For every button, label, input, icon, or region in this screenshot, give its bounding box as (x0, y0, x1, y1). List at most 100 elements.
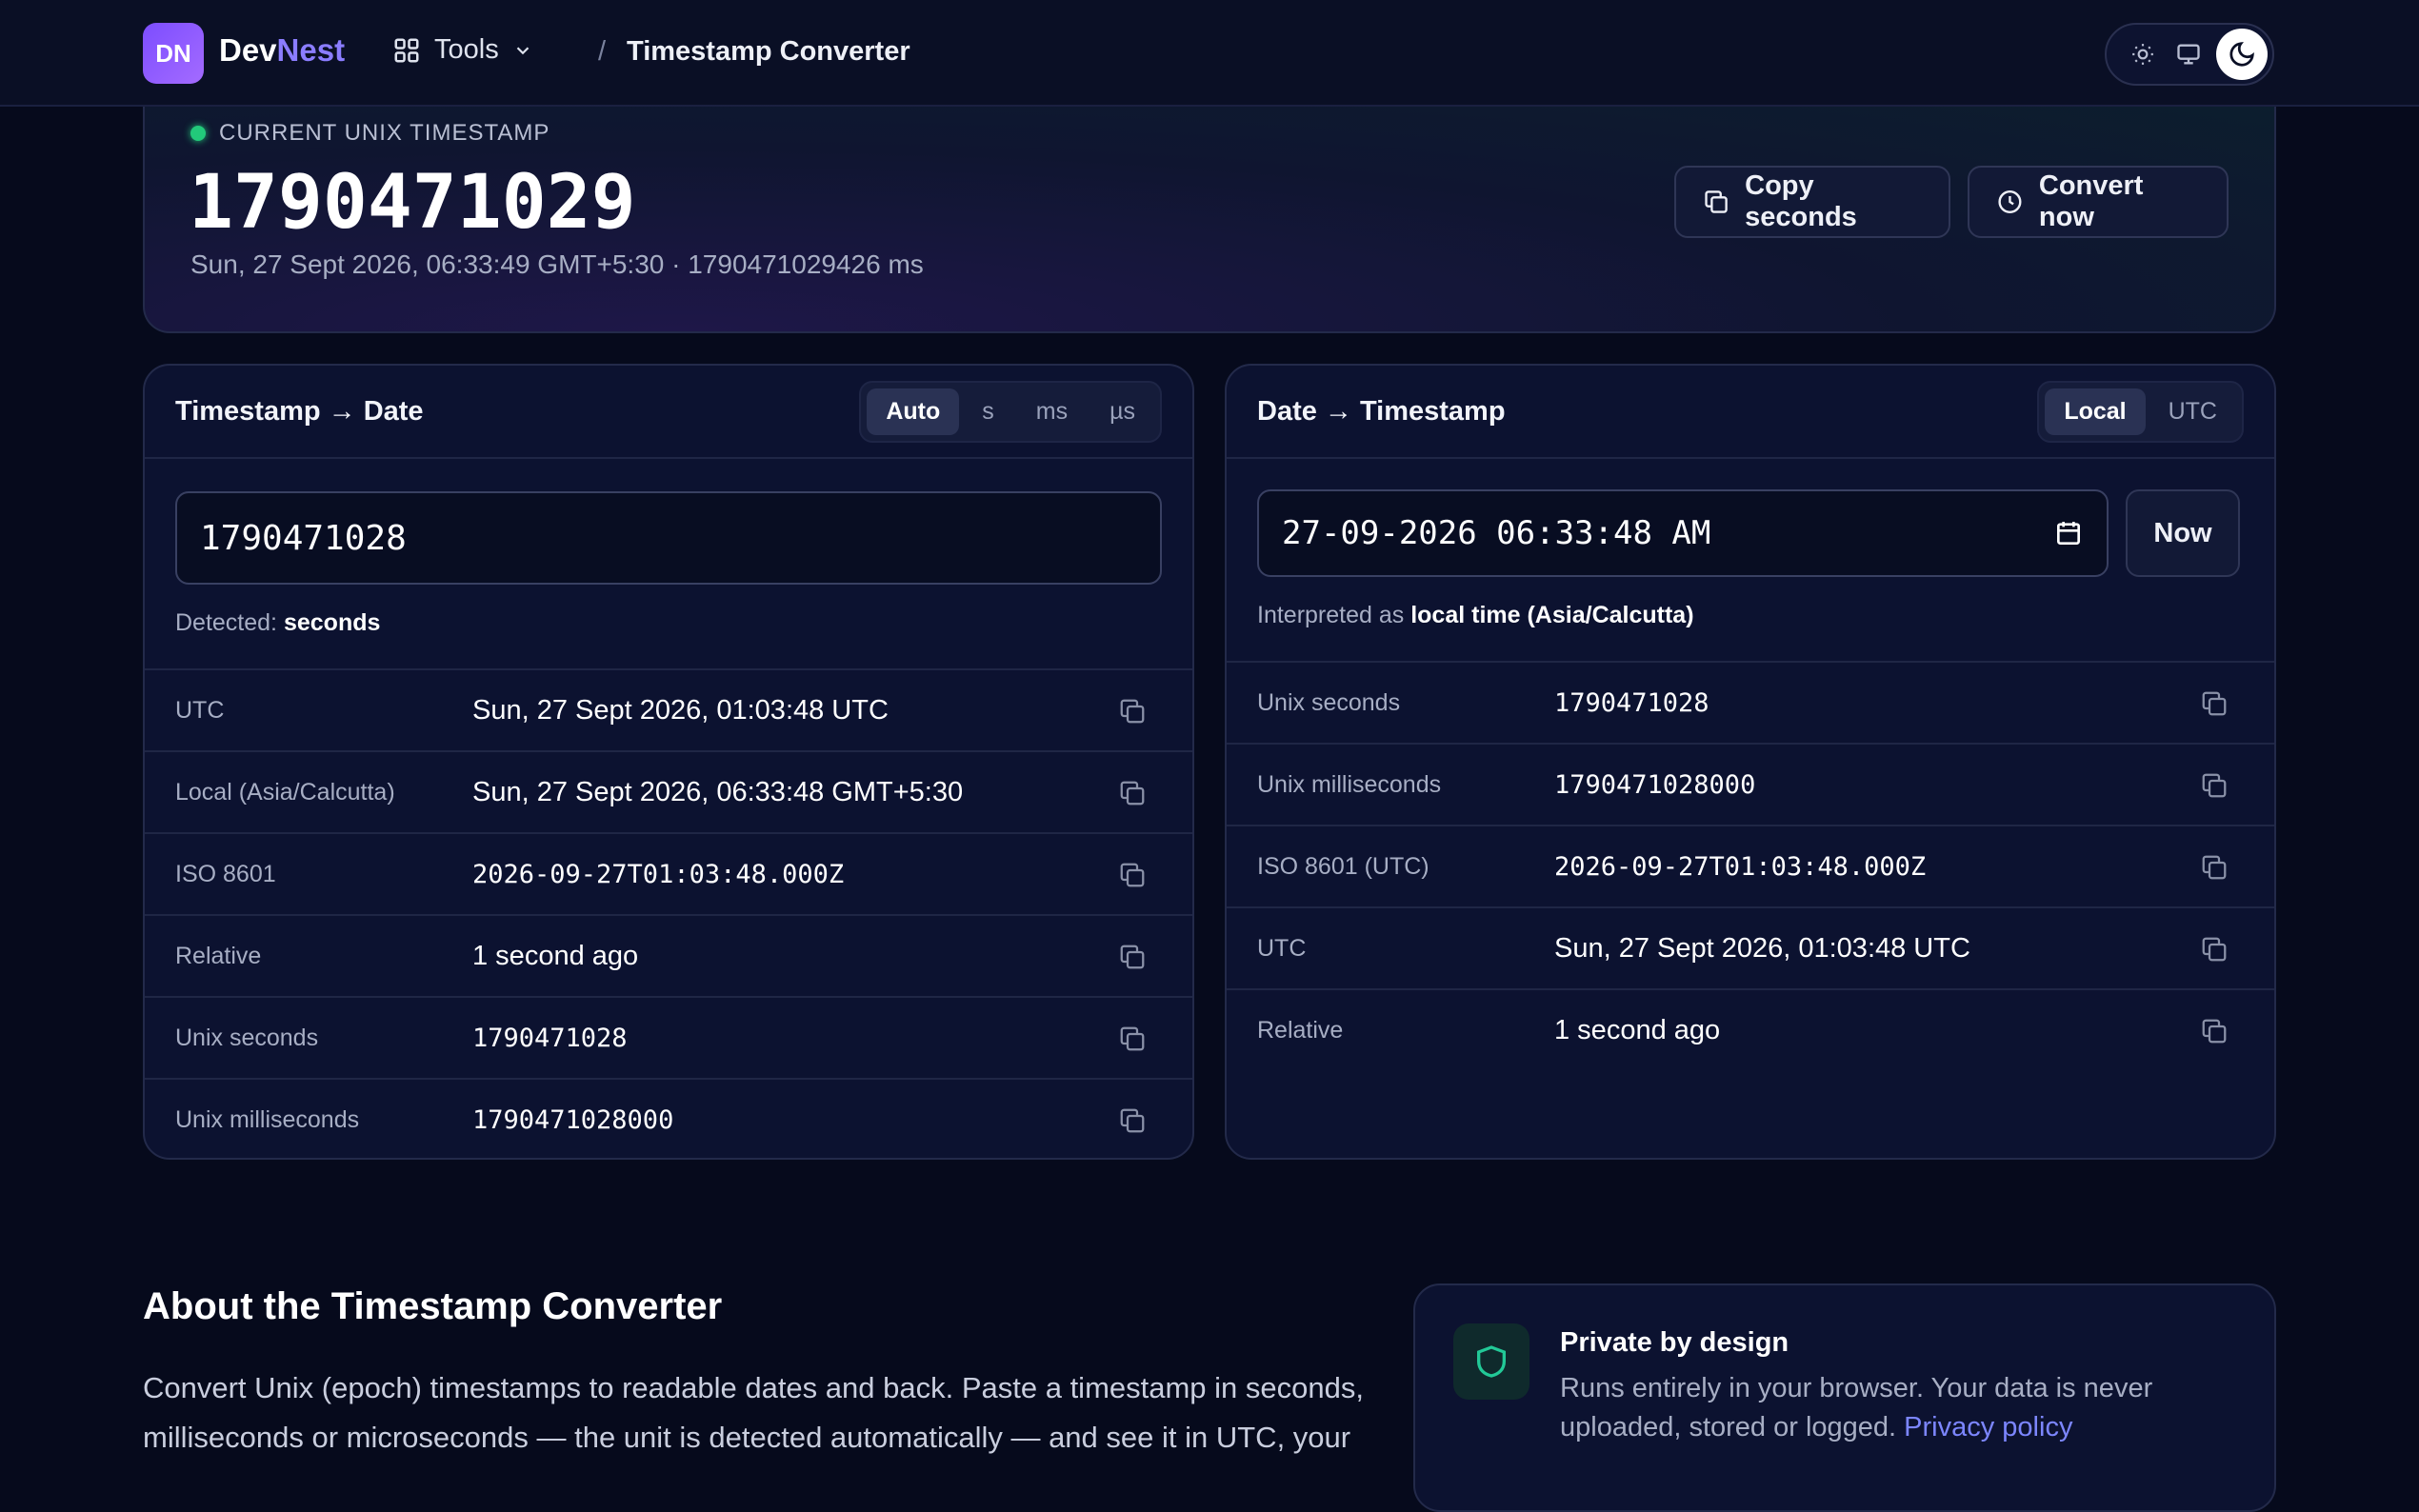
result-row-iso: ISO 8601 2026-09-27T01:03:48.000Z (145, 832, 1192, 914)
privacy-policy-link[interactable]: Privacy policy (1904, 1412, 2072, 1442)
copy-icon[interactable] (2200, 689, 2229, 718)
brand-part-a: Dev (219, 32, 277, 68)
now-button[interactable]: Now (2126, 489, 2240, 577)
result-value: 1790471028 (1554, 687, 1709, 718)
copy-icon[interactable] (1118, 1025, 1147, 1053)
current-timestamp-heading: CURRENT UNIX TIMESTAMP (219, 120, 550, 146)
copy-icon[interactable] (2200, 771, 2229, 800)
result-value: 2026-09-27T01:03:48.000Z (1554, 851, 1927, 882)
result-key: ISO 8601 (UTC) (1257, 852, 1429, 880)
result-row-utc: UTC Sun, 27 Sept 2026, 01:03:48 UTC (1227, 906, 2274, 988)
privacy-title: Private by design (1560, 1327, 1789, 1358)
tools-menu-button[interactable]: Tools (392, 34, 533, 66)
brand-part-b: Nest (276, 32, 346, 68)
copy-icon[interactable] (1118, 697, 1147, 726)
datetime-input[interactable]: 27-09-2026 06:33:48 AM (1257, 489, 2109, 577)
detected-unit-text: Detected: seconds (175, 609, 380, 637)
convert-now-label: Convert now (2038, 170, 2144, 232)
timestamp-results-list: UTC Sun, 27 Sept 2026, 01:03:48 UTC Loca… (145, 668, 1192, 1158)
current-timestamp-card: CURRENT UNIX TIMESTAMP 1790471029 Sun, 2… (143, 95, 2276, 333)
timezone-selector: Local UTC (2037, 380, 2244, 443)
tools-label: Tools (434, 34, 499, 65)
brand-name[interactable]: DevNest (219, 32, 345, 69)
result-key: ISO 8601 (175, 860, 276, 887)
copy-icon[interactable] (1118, 943, 1147, 971)
unit-microseconds-option[interactable]: µs (1090, 388, 1154, 435)
detected-value: seconds (283, 609, 381, 636)
result-key: Local (Asia/Calcutta) (175, 778, 395, 806)
privacy-icon-badge (1453, 1323, 1529, 1400)
shield-icon (1477, 1345, 1506, 1378)
result-row-relative: Relative 1 second ago (1227, 988, 2274, 1070)
zone-local-option[interactable]: Local (2045, 388, 2146, 435)
moon-icon (2229, 42, 2254, 67)
result-row-unix-seconds: Unix seconds 1790471028 (1227, 661, 2274, 743)
copy-icon (1705, 190, 1728, 213)
result-row-iso-utc: ISO 8601 (UTC) 2026-09-27T01:03:48.000Z (1227, 825, 2274, 906)
copy-icon[interactable] (2200, 1017, 2229, 1045)
calendar-icon[interactable] (2053, 518, 2084, 548)
detected-label: Detected: (175, 609, 278, 636)
copy-icon[interactable] (2200, 935, 2229, 964)
logo-badge[interactable]: DN (143, 23, 204, 84)
result-row-local: Local (Asia/Calcutta) Sun, 27 Sept 2026,… (145, 750, 1192, 832)
result-key: Unix milliseconds (175, 1105, 360, 1133)
copy-icon[interactable] (1118, 779, 1147, 807)
result-row-unix-seconds: Unix seconds 1790471028 (145, 996, 1192, 1078)
convert-now-button[interactable]: Convert now (1968, 166, 2229, 238)
unit-milliseconds-option[interactable]: ms (1017, 388, 1087, 435)
theme-system-button[interactable] (2171, 37, 2206, 71)
about-heading: About the Timestamp Converter (143, 1285, 723, 1327)
interpretation-value: local time (Asia/Calcutta) (1410, 602, 1694, 628)
current-timestamp-label: CURRENT UNIX TIMESTAMP (190, 120, 550, 147)
current-timestamp-value: 1790471029 (189, 160, 636, 246)
timestamp-to-date-header: Timestamp → Date Auto s ms µs (145, 366, 1192, 459)
datetime-value: 27-09-2026 06:33:48 AM (1282, 514, 1711, 552)
copy-icon[interactable] (1118, 861, 1147, 889)
date-to-timestamp-header: Date → Timestamp Local UTC (1227, 366, 2274, 459)
date-to-timestamp-panel: Date → Timestamp Local UTC 27-09-2026 06… (1225, 364, 2276, 1160)
result-value: Sun, 27 Sept 2026, 01:03:48 UTC (1554, 932, 1970, 964)
theme-light-button[interactable] (2126, 37, 2160, 71)
result-value: 1790471028000 (1554, 769, 1756, 800)
chevron-down-icon (516, 46, 529, 54)
timestamp-to-date-panel: Timestamp → Date Auto s ms µs 1790471028… (143, 364, 1194, 1160)
result-value: 2026-09-27T01:03:48.000Z (472, 859, 845, 889)
copy-seconds-label: Copy seconds (1745, 170, 1857, 232)
date-results-list: Unix seconds 1790471028 Unix millisecond… (1227, 661, 2274, 1070)
result-key: Relative (175, 942, 262, 969)
result-key: Unix milliseconds (1257, 770, 1442, 798)
result-key: Relative (1257, 1016, 1344, 1044)
result-row-utc: UTC Sun, 27 Sept 2026, 01:03:48 UTC (145, 668, 1192, 750)
copy-seconds-button[interactable]: Copy seconds (1674, 166, 1950, 238)
grid-icon (394, 38, 419, 62)
result-key: UTC (1257, 934, 1307, 962)
result-value: 1790471028 (472, 1023, 628, 1053)
monitor-icon (2176, 44, 2200, 65)
interpretation-text: Interpreted as local time (Asia/Calcutta… (1257, 602, 1694, 629)
unit-selector: Auto s ms µs (859, 380, 1162, 443)
unit-auto-option[interactable]: Auto (867, 388, 960, 435)
copy-icon[interactable] (1118, 1106, 1147, 1135)
result-value: 1 second ago (1554, 1014, 1721, 1045)
timestamp-input[interactable]: 1790471028 (175, 491, 1162, 585)
result-row-unix-milliseconds: Unix milliseconds 1790471028000 (145, 1078, 1192, 1158)
date-to-timestamp-title: Date → Timestamp (1257, 395, 1506, 427)
sun-icon (2132, 44, 2153, 65)
about-body: Convert Unix (epoch) timestamps to reada… (143, 1371, 1364, 1454)
copy-icon[interactable] (2200, 853, 2229, 882)
theme-switcher (2105, 23, 2274, 86)
unit-seconds-option[interactable]: s (963, 388, 1013, 435)
clock-icon (1998, 189, 2022, 214)
result-value: Sun, 27 Sept 2026, 06:33:48 GMT+5:30 (472, 776, 964, 807)
current-timestamp-subtitle: Sun, 27 Sept 2026, 06:33:49 GMT+5:30 · 1… (190, 249, 924, 279)
theme-dark-button[interactable] (2216, 29, 2268, 80)
privacy-card: Private by design Runs entirely in your … (1413, 1283, 2276, 1512)
result-value: 1790471028000 (472, 1104, 674, 1135)
interpretation-label: Interpreted as (1257, 602, 1405, 628)
privacy-text: Runs entirely in your browser. Your data… (1560, 1369, 2227, 1447)
top-nav: DN DevNest Tools / Timestamp Converter (0, 0, 2419, 107)
zone-utc-option[interactable]: UTC (2149, 388, 2236, 435)
result-key: Unix seconds (1257, 688, 1401, 716)
result-row-relative: Relative 1 second ago (145, 914, 1192, 996)
